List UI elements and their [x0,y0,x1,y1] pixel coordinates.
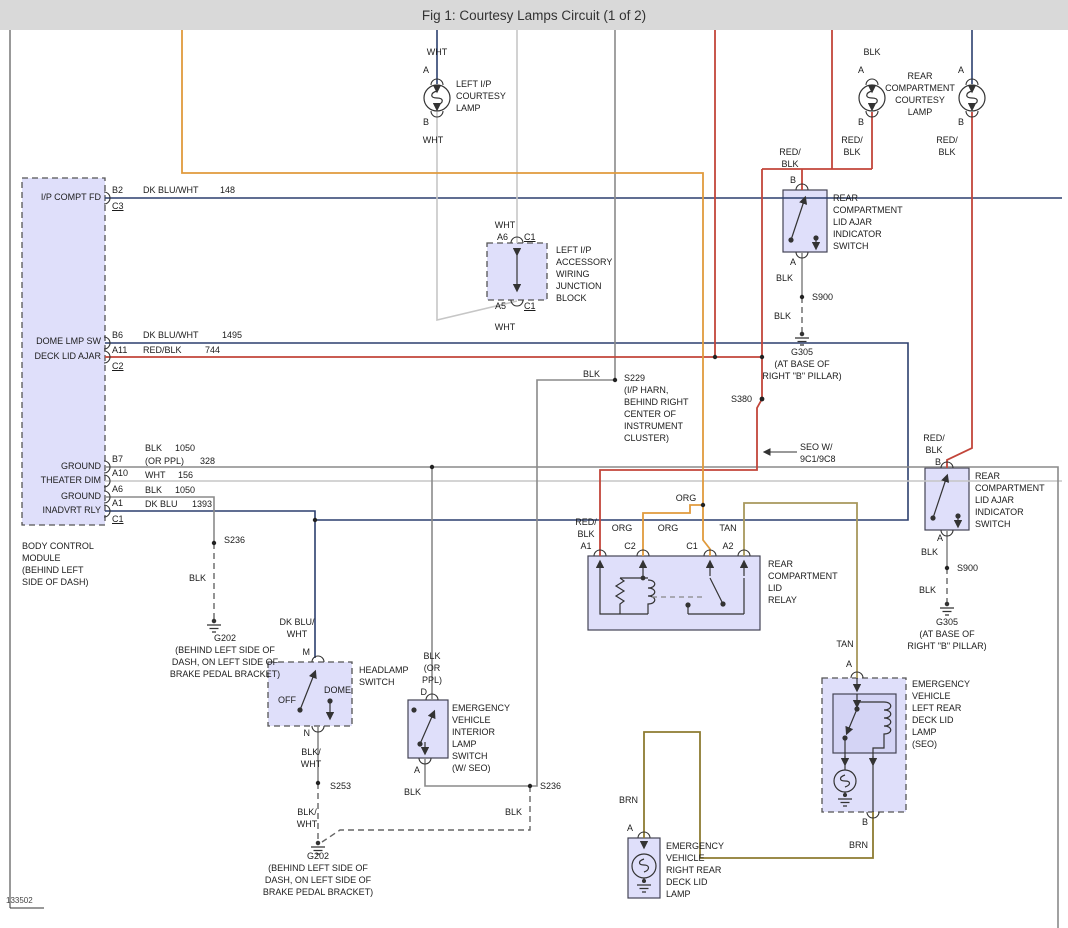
rear-compartment-lid-relay-box [587,555,761,631]
wiring-diagram-page: Fig 1: Courtesy Lamps Circuit (1 of 2) W… [0,0,1068,928]
wht-wires [105,30,1062,482]
org-wires [181,30,711,556]
ev-left-deck-lid-lamp-relay-box [832,693,897,754]
headlamp-switch-box [267,661,353,727]
figure-number: 133502 [6,896,33,905]
tan-wire [743,502,858,678]
body-control-module-box [21,177,106,526]
dk-blu-wires [105,30,1062,658]
wiring-diagram-canvas [9,30,1062,928]
blk-wires [105,30,1059,928]
